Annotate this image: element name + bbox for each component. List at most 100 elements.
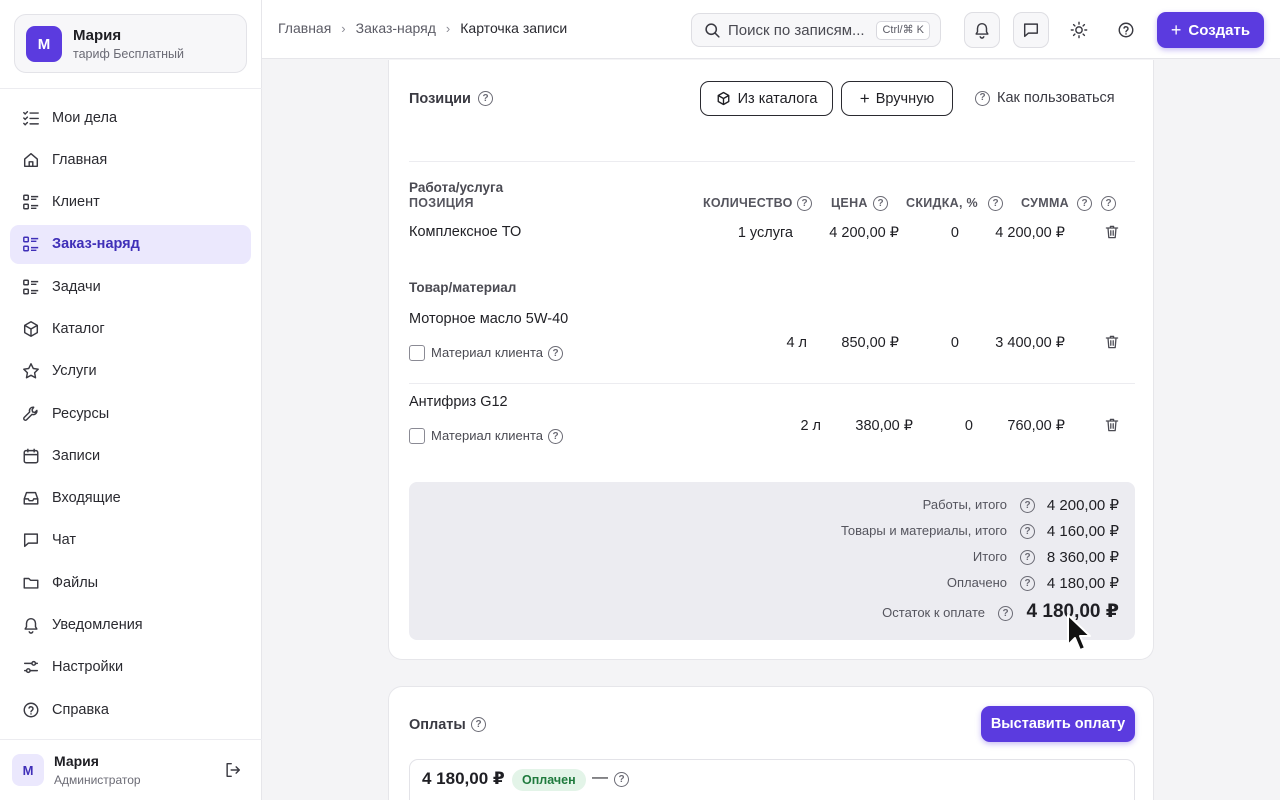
help-icon: ? bbox=[975, 90, 990, 106]
box-icon bbox=[717, 91, 730, 106]
breadcrumb-work-order[interactable]: Заказ-наряд bbox=[356, 20, 436, 36]
user-profile[interactable]: М Мария Администратор bbox=[12, 753, 252, 789]
create-button[interactable]: + Создать bbox=[1157, 12, 1264, 48]
sidebar-item-notifications[interactable]: Уведомления bbox=[10, 606, 251, 645]
totals-goods-label: Товары и материалы, итого bbox=[841, 523, 1007, 538]
from-catalog-button[interactable]: Из каталога bbox=[700, 81, 833, 116]
help-icon[interactable]: ? bbox=[614, 772, 629, 787]
help-icon[interactable]: ? bbox=[548, 346, 563, 361]
payment-item[interactable]: 4 180,00 ₽ Оплачен — ? bbox=[409, 759, 1135, 800]
todo-list-icon bbox=[22, 109, 40, 127]
help-icon[interactable]: ? bbox=[478, 91, 493, 106]
logout-icon[interactable] bbox=[224, 761, 242, 779]
position-name: Моторное масло 5W-40 bbox=[409, 311, 569, 327]
sidebar-item-client[interactable]: Клиент bbox=[10, 183, 251, 222]
search-input[interactable]: Поиск по записям... Ctrl/⌘ K bbox=[691, 13, 941, 47]
help-icon[interactable]: ? bbox=[998, 606, 1013, 621]
chat-icon bbox=[1023, 23, 1039, 38]
position-quantity[interactable]: 4 л bbox=[786, 335, 807, 351]
help-icon[interactable]: ? bbox=[988, 196, 1003, 211]
sidebar-item-label: Настройки bbox=[52, 659, 124, 676]
sidebar-item-records[interactable]: Записи bbox=[10, 436, 251, 475]
position-price[interactable]: 4 200,00 ₽ bbox=[829, 225, 899, 241]
search-placeholder: Поиск по записям... bbox=[728, 22, 865, 39]
calendar-icon bbox=[22, 447, 40, 465]
sidebar-item-settings[interactable]: Настройки bbox=[10, 648, 251, 687]
sidebar-item-label: Справка bbox=[52, 701, 109, 718]
plus-icon: + bbox=[1170, 19, 1182, 40]
account-name: Мария bbox=[73, 27, 122, 44]
messages-button[interactable] bbox=[1013, 12, 1049, 48]
account-avatar: М bbox=[26, 26, 62, 62]
row-divider bbox=[409, 383, 1135, 384]
position-discount[interactable]: 0 bbox=[951, 335, 959, 351]
breadcrumb-home[interactable]: Главная bbox=[278, 20, 331, 36]
issue-payment-button[interactable]: Выставить оплату bbox=[981, 706, 1135, 742]
sidebar-item-label: Уведомления bbox=[52, 617, 143, 634]
help-icon[interactable]: ? bbox=[1077, 196, 1092, 211]
position-price[interactable]: 380,00 ₽ bbox=[855, 418, 913, 434]
sidebar-item-label: Ресурсы bbox=[52, 405, 110, 422]
sidebar-item-services[interactable]: Услуги bbox=[10, 352, 251, 391]
column-header-position: ПОЗИЦИЯ bbox=[409, 196, 474, 210]
trash-icon[interactable] bbox=[1104, 334, 1120, 350]
payment-method-dash: — bbox=[592, 769, 608, 786]
sun-icon bbox=[1070, 21, 1088, 39]
help-icon[interactable]: ? bbox=[1020, 576, 1035, 591]
column-header-price: ЦЕНА bbox=[831, 196, 868, 210]
position-price[interactable]: 850,00 ₽ bbox=[841, 335, 899, 351]
sidebar-item-files[interactable]: Файлы bbox=[10, 563, 251, 602]
totals-goods-value: 4 160,00 ₽ bbox=[1046, 523, 1119, 540]
help-icon[interactable]: ? bbox=[471, 717, 486, 732]
help-icon[interactable]: ? bbox=[1020, 550, 1035, 565]
help-icon[interactable]: ? bbox=[548, 429, 563, 444]
help-icon[interactable]: ? bbox=[797, 196, 812, 211]
client-material-checkbox[interactable] bbox=[409, 428, 425, 444]
sidebar-item-label: Файлы bbox=[52, 574, 99, 591]
sidebar: М Мария тариф Бесплатный Мои дела Главна… bbox=[0, 0, 262, 800]
breadcrumb-current: Карточка записи bbox=[460, 20, 568, 36]
manual-add-button[interactable]: + Вручную bbox=[841, 81, 953, 116]
position-discount[interactable]: 0 bbox=[951, 225, 959, 241]
positions-title: Позиции bbox=[409, 91, 471, 107]
notifications-button[interactable] bbox=[964, 12, 1000, 48]
account-switcher[interactable]: М Мария тариф Бесплатный bbox=[14, 14, 247, 73]
position-quantity[interactable]: 2 л bbox=[800, 418, 821, 434]
position-discount[interactable]: 0 bbox=[965, 418, 973, 434]
position-name: Антифриз G12 bbox=[409, 394, 508, 410]
how-to-use-label: Как пользоваться bbox=[997, 90, 1115, 106]
sidebar-item-my-tasks[interactable]: Мои дела bbox=[10, 98, 251, 137]
from-catalog-label: Из каталога bbox=[737, 90, 818, 107]
sidebar-item-work-order[interactable]: Заказ-наряд bbox=[10, 224, 251, 264]
theme-toggle-button[interactable] bbox=[1061, 12, 1097, 48]
column-header-sum: СУММА bbox=[1021, 196, 1069, 210]
help-button[interactable] bbox=[1108, 12, 1144, 48]
sidebar-item-tasks[interactable]: Задачи bbox=[10, 267, 251, 306]
manual-add-label: Вручную bbox=[875, 90, 935, 107]
create-button-label: Создать bbox=[1188, 21, 1251, 39]
help-icon[interactable]: ? bbox=[873, 196, 888, 211]
chevron-right-icon: › bbox=[341, 20, 346, 36]
totals-paid-label: Оплачено bbox=[946, 575, 1007, 590]
help-icon[interactable]: ? bbox=[1020, 524, 1035, 539]
client-material-checkbox[interactable] bbox=[409, 345, 425, 361]
sidebar-item-chat[interactable]: Чат bbox=[10, 521, 251, 560]
bell-icon bbox=[975, 22, 989, 39]
how-to-use-link[interactable]: ? Как пользоваться bbox=[975, 90, 1115, 106]
sidebar-item-catalog[interactable]: Каталог bbox=[10, 309, 251, 348]
position-sum: 760,00 ₽ bbox=[1007, 418, 1065, 434]
list-icon bbox=[22, 193, 40, 211]
user-name: Мария bbox=[54, 753, 99, 769]
sidebar-item-inbox[interactable]: Входящие bbox=[10, 479, 251, 518]
trash-icon[interactable] bbox=[1104, 224, 1120, 240]
sidebar-item-help[interactable]: Справка bbox=[10, 690, 251, 729]
group-label-work: Работа/услуга bbox=[409, 180, 504, 195]
help-icon[interactable]: ? bbox=[1101, 196, 1116, 211]
sidebar-item-label: Услуги bbox=[52, 363, 97, 380]
sidebar-item-home[interactable]: Главная bbox=[10, 140, 251, 179]
sidebar-item-resources[interactable]: Ресурсы bbox=[10, 394, 251, 433]
help-icon[interactable]: ? bbox=[1020, 498, 1035, 513]
avatar: М bbox=[12, 754, 44, 786]
position-quantity[interactable]: 1 услуга bbox=[738, 225, 793, 241]
trash-icon[interactable] bbox=[1104, 417, 1120, 433]
